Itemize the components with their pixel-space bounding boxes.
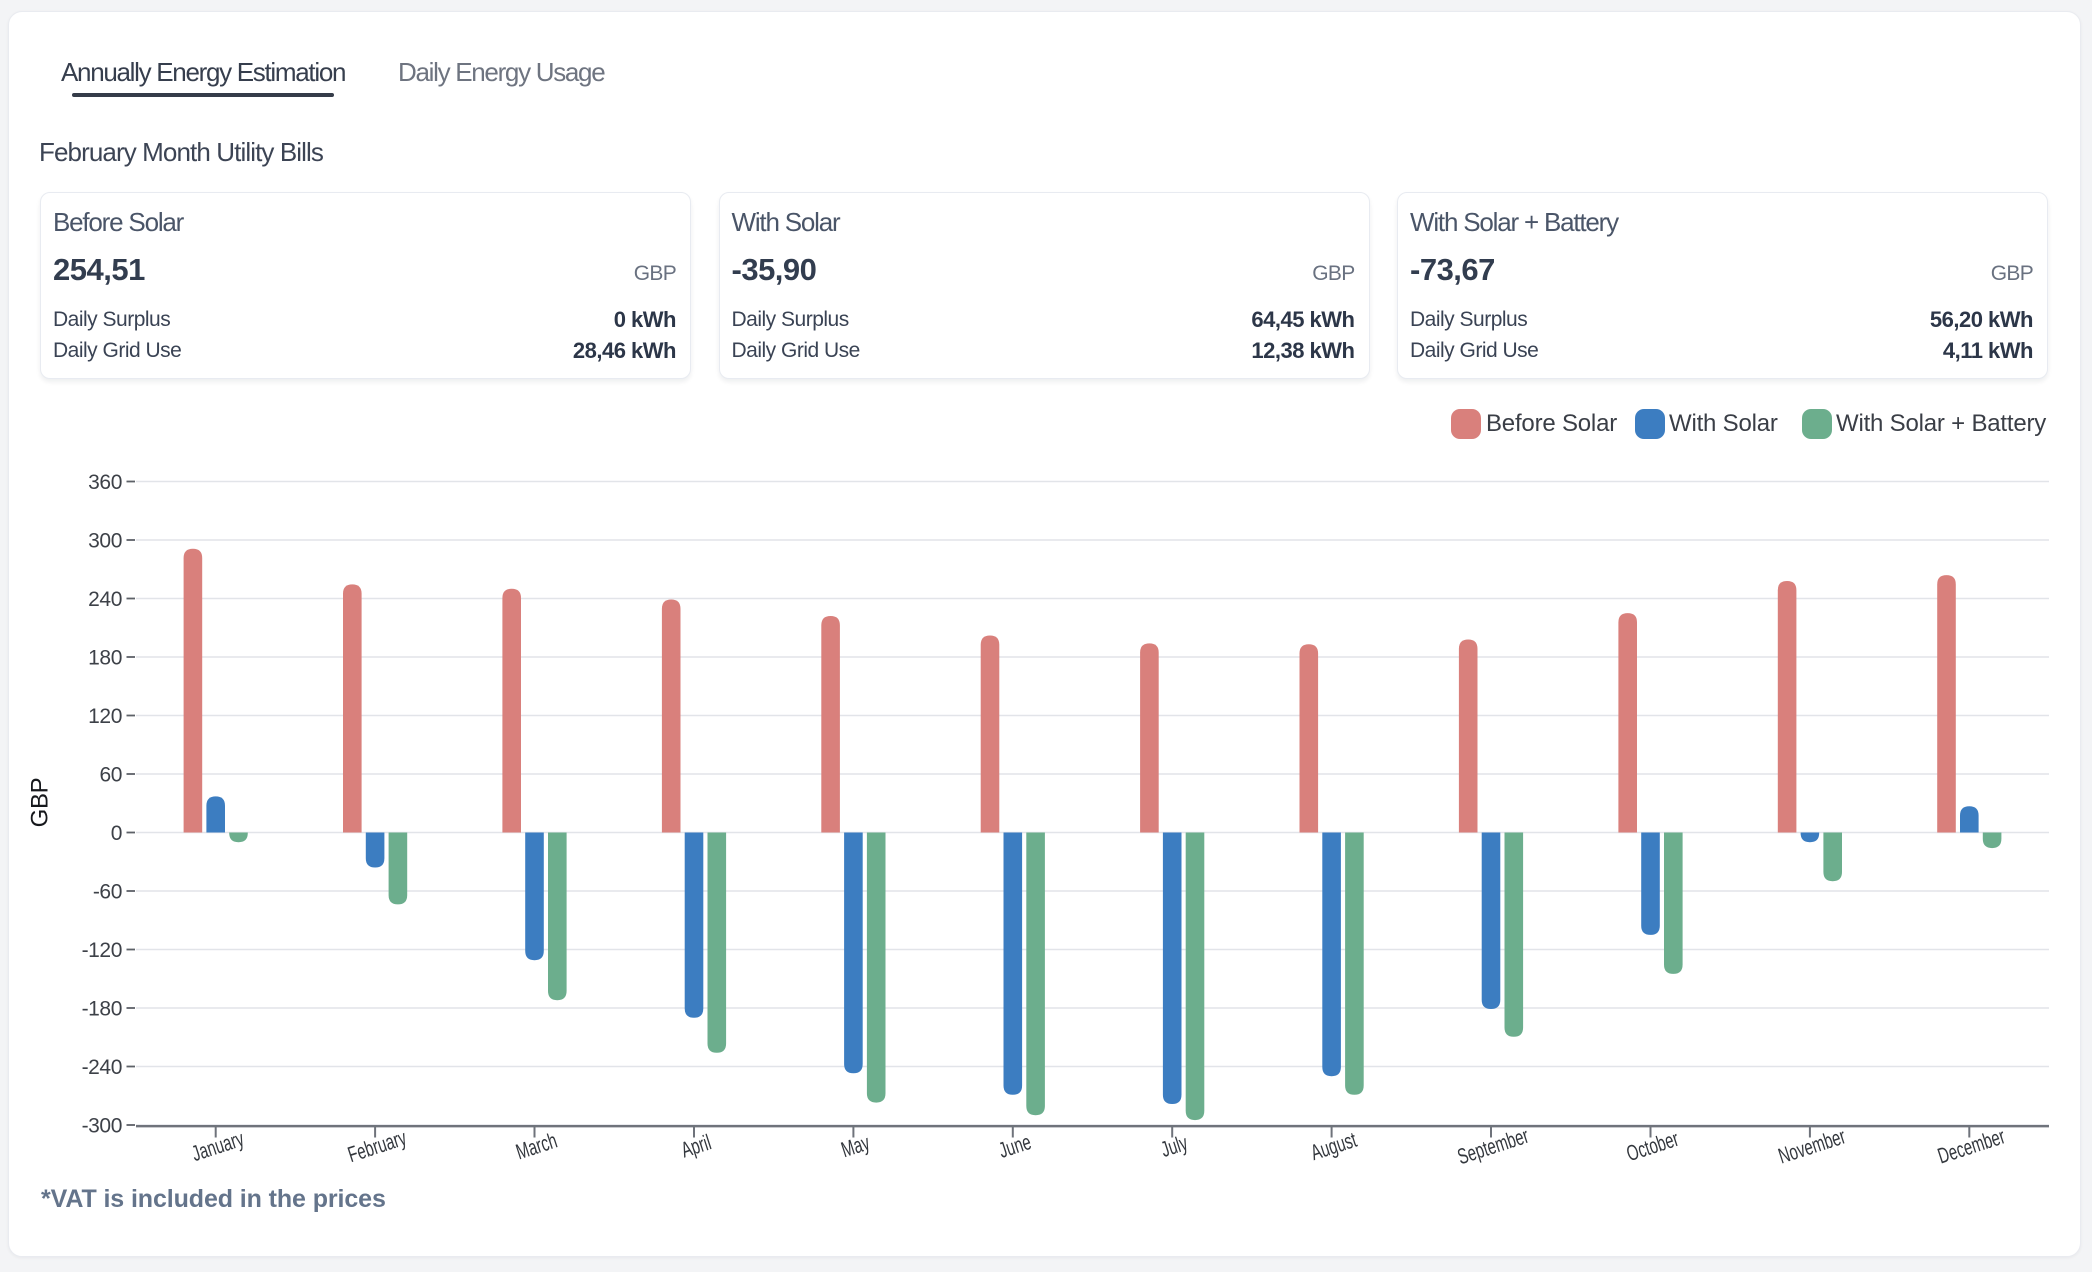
svg-text:0: 0 xyxy=(111,822,122,845)
svg-text:September: September xyxy=(1454,1123,1531,1169)
svg-text:February: February xyxy=(345,1125,410,1167)
svg-text:December: December xyxy=(1935,1123,2008,1168)
svg-text:-300: -300 xyxy=(82,1114,122,1137)
svg-text:240: 240 xyxy=(88,588,122,611)
svg-text:April: April xyxy=(678,1129,714,1162)
svg-text:November: November xyxy=(1775,1123,1848,1168)
svg-text:60: 60 xyxy=(99,763,122,786)
svg-text:120: 120 xyxy=(88,705,122,728)
svg-text:-60: -60 xyxy=(93,880,122,903)
svg-text:-240: -240 xyxy=(82,1056,122,1079)
svg-text:August: August xyxy=(1308,1127,1360,1165)
svg-text:May: May xyxy=(838,1130,873,1163)
svg-text:October: October xyxy=(1623,1126,1681,1166)
svg-text:GBP: GBP xyxy=(27,778,54,828)
svg-text:January: January xyxy=(189,1126,247,1166)
svg-text:July: July xyxy=(1158,1130,1191,1162)
svg-text:360: 360 xyxy=(88,471,122,494)
svg-text:June: June xyxy=(996,1129,1035,1163)
svg-text:180: 180 xyxy=(88,646,122,669)
svg-text:-120: -120 xyxy=(82,939,122,962)
svg-text:300: 300 xyxy=(88,529,122,552)
svg-text:-180: -180 xyxy=(82,997,122,1020)
svg-text:March: March xyxy=(513,1128,560,1165)
